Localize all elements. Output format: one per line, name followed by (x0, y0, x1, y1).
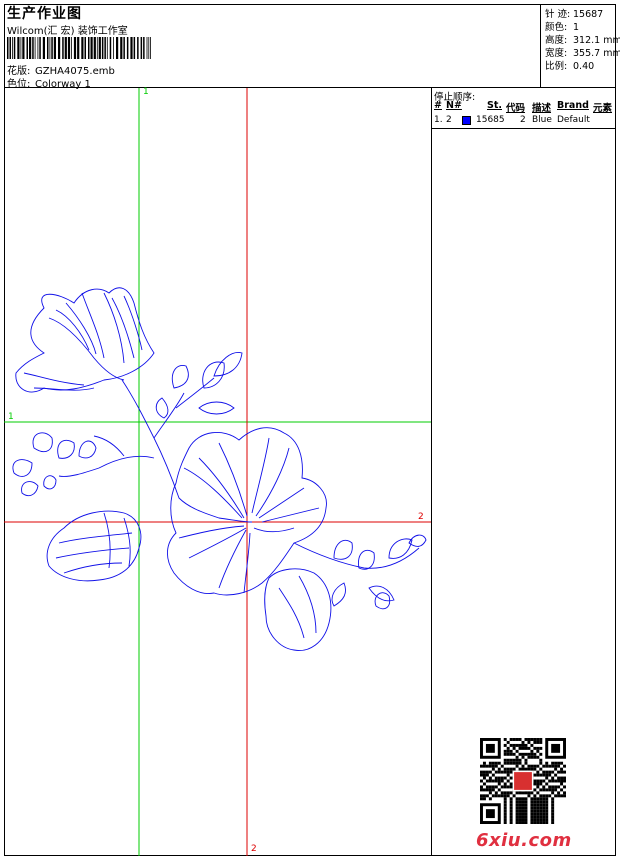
color-swatch (462, 116, 471, 125)
watermark-logo: 6xiu.com (476, 830, 572, 851)
row-stitches: 15685 (476, 115, 505, 125)
stat-stitches-label: 针 迹: (545, 9, 571, 20)
table-row[interactable]: 1. 2 15685 2 Blue Default (432, 115, 616, 129)
page-title: 生产作业图 (7, 6, 82, 22)
row-code: 2 (520, 115, 526, 125)
red-guide-label-right: 2 (418, 512, 424, 522)
col-stitches: St. (487, 100, 502, 111)
row-index: 1. (434, 115, 443, 125)
embroidery-preview (4, 88, 431, 856)
col-code: 代码 (506, 103, 526, 114)
header-info: 生产作业图 Wilcom(汇 宏) 装饰工作室 花版: GZHA4075.emb … (4, 4, 540, 90)
green-guide-label-top: 1 (143, 87, 149, 97)
stat-scale-label: 比例: (545, 61, 568, 72)
stat-stitches: 针 迹: 15687 (545, 6, 603, 20)
stat-width-label: 宽度: (545, 48, 568, 59)
col-brand: Brand (557, 100, 589, 111)
header: 生产作业图 Wilcom(汇 宏) 装饰工作室 花版: GZHA4075.emb … (4, 4, 620, 90)
row-brand: Default (557, 115, 590, 125)
col-needle: N# (446, 100, 462, 111)
green-guide-label-left: 1 (8, 412, 14, 422)
col-description: 描述 (532, 103, 552, 114)
stat-width: 宽度: 355.7 mm (545, 45, 620, 59)
row-needle: 2 (446, 115, 452, 125)
stat-colors-label: 颜色: (545, 22, 568, 33)
stat-height: 高度: 312.1 mm (545, 32, 620, 46)
row-description: Blue (532, 115, 552, 125)
table-header: # N# St. 代码 描述 Brand 元素 (432, 100, 616, 114)
design-stats: 针 迹: 15687 颜色: 1 高度: 312.1 mm 宽度: 355.7 mm 比… (540, 4, 620, 87)
col-index: # (434, 100, 442, 111)
seal-icon (514, 772, 532, 790)
design-canvas[interactable]: 1 1 2 2 (4, 87, 432, 856)
stat-scale-value: 0.40 (573, 61, 595, 72)
red-guide-label-bottom: 2 (251, 844, 257, 854)
barcode (7, 37, 151, 59)
company-name: Wilcom(汇 宏) 装饰工作室 (7, 26, 128, 37)
floral-embroidery (12, 287, 427, 651)
qr-code (480, 738, 566, 824)
stat-height-label: 高度: (545, 35, 568, 46)
stat-scale: 比例: 0.40 (545, 58, 594, 72)
col-element: 元素 (593, 103, 613, 114)
stat-colors: 颜色: 1 (545, 19, 579, 33)
